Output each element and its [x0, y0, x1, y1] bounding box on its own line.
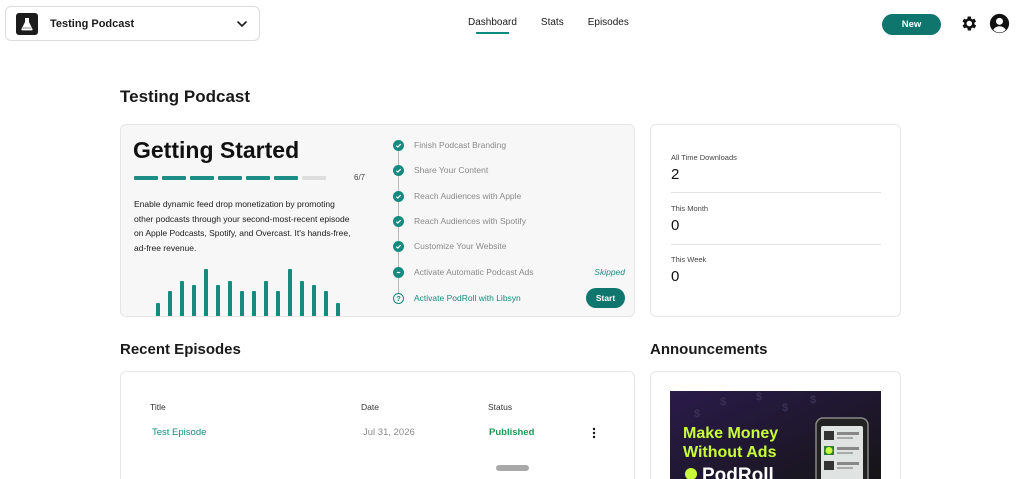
banner-line-1: Make Money	[683, 425, 778, 442]
stat-label: All Time Downloads	[671, 153, 737, 162]
announcements-heading: Announcements	[650, 341, 768, 358]
stats-card: All Time Downloads 2 This Month 0 This W…	[650, 124, 901, 317]
column-header-status: Status	[488, 402, 513, 412]
podcast-selector[interactable]: Testing Podcast	[5, 6, 260, 41]
divider	[671, 244, 881, 245]
step-customize-website[interactable]: Customize Your Website	[393, 239, 625, 253]
step-reach-apple[interactable]: Reach Audiences with Apple	[393, 189, 625, 203]
step-automatic-ads[interactable]: Activate Automatic Podcast Ads Skipped	[393, 265, 625, 279]
svg-text:$: $	[782, 402, 788, 414]
svg-text:$: $	[694, 408, 700, 420]
progress-segment	[246, 176, 270, 180]
podcast-selector-label: Testing Podcast	[50, 17, 135, 30]
stat-value: 0	[671, 268, 680, 285]
step-label: Reach Audiences with Apple	[414, 191, 522, 201]
step-share-content[interactable]: Share Your Content	[393, 163, 625, 177]
gear-icon[interactable]	[959, 14, 978, 33]
tab-stats[interactable]: Stats	[541, 17, 564, 34]
stat-value: 2	[671, 166, 680, 183]
onboarding-progress-bar	[134, 176, 326, 180]
main-nav: Dashboard Stats Episodes	[468, 17, 629, 34]
step-podroll[interactable]: ? Activate PodRoll with Libsyn Start	[393, 288, 625, 308]
progress-segment	[190, 176, 214, 180]
banner-line-2: Without Ads	[683, 444, 777, 461]
check-circle-icon	[393, 215, 404, 227]
progress-segment	[302, 176, 326, 180]
step-label: Activate PodRoll with Libsyn	[414, 293, 521, 303]
progress-segment	[134, 176, 158, 180]
skipped-note: Skipped	[594, 267, 625, 277]
check-circle-icon	[393, 164, 404, 176]
step-label: Customize Your Website	[414, 241, 507, 251]
more-options-icon[interactable]	[591, 427, 597, 439]
step-label: Activate Automatic Podcast Ads	[414, 267, 534, 277]
episode-date: Jul 31, 2026	[363, 427, 415, 438]
column-header-title: Title	[150, 402, 166, 412]
episode-title-link[interactable]: Test Episode	[152, 427, 206, 438]
page-title: Testing Podcast	[120, 87, 251, 106]
question-circle-icon: ?	[393, 292, 404, 304]
stat-all-time-downloads: All Time Downloads 2	[671, 153, 881, 183]
step-label: Reach Audiences with Spotify	[414, 216, 526, 226]
stat-this-week: This Week 0	[671, 255, 881, 285]
start-button[interactable]: Start	[586, 288, 625, 308]
tab-episodes[interactable]: Episodes	[588, 17, 629, 34]
progress-segment	[274, 176, 298, 180]
banner-brand: PodRoll	[702, 465, 774, 479]
audio-waveform-illustration	[156, 269, 340, 316]
getting-started-title: Getting Started	[133, 137, 300, 163]
flask-logo-icon	[16, 12, 38, 35]
step-label: Share Your Content	[414, 165, 489, 175]
check-circle-icon	[393, 240, 404, 252]
progress-segment	[162, 176, 186, 180]
new-button[interactable]: New	[882, 14, 941, 35]
chevron-down-icon	[237, 20, 247, 27]
stat-this-month: This Month 0	[671, 204, 881, 234]
podroll-promo-banner[interactable]: $ $ $ $ $ Make Money Without Ads PodRoll	[670, 391, 881, 479]
check-circle-icon	[393, 139, 404, 151]
getting-started-description: Enable dynamic feed drop monetization by…	[134, 199, 351, 253]
step-reach-spotify[interactable]: Reach Audiences with Spotify	[393, 214, 625, 228]
stat-label: This Month	[671, 204, 709, 213]
minus-circle-icon	[393, 266, 404, 278]
column-header-date: Date	[361, 402, 379, 412]
tab-dashboard[interactable]: Dashboard	[468, 17, 517, 34]
scroll-handle[interactable]	[496, 465, 529, 471]
episode-status-badge: Published	[489, 427, 535, 438]
svg-text:$: $	[756, 391, 762, 403]
account-circle-icon[interactable]	[989, 13, 1010, 34]
divider	[671, 192, 881, 193]
announcements-card: $ $ $ $ $ Make Money Without Ads PodRoll	[650, 371, 901, 479]
check-circle-icon	[393, 190, 404, 202]
phone-icon	[815, 417, 869, 479]
svg-text:$: $	[810, 394, 816, 406]
progress-segment	[218, 176, 242, 180]
stat-label: This Week	[671, 255, 707, 264]
progress-count: 6/7	[354, 173, 366, 182]
step-finish-branding[interactable]: Finish Podcast Branding	[393, 138, 625, 152]
stat-value: 0	[671, 217, 680, 234]
svg-text:$: $	[720, 396, 726, 408]
recent-episodes-table: Title Date Status Test Episode Jul 31, 2…	[120, 371, 635, 479]
step-label: Finish Podcast Branding	[414, 140, 507, 150]
getting-started-card: Getting Started 6/7 Enable dynamic feed …	[120, 124, 635, 317]
recent-episodes-heading: Recent Episodes	[120, 341, 241, 358]
